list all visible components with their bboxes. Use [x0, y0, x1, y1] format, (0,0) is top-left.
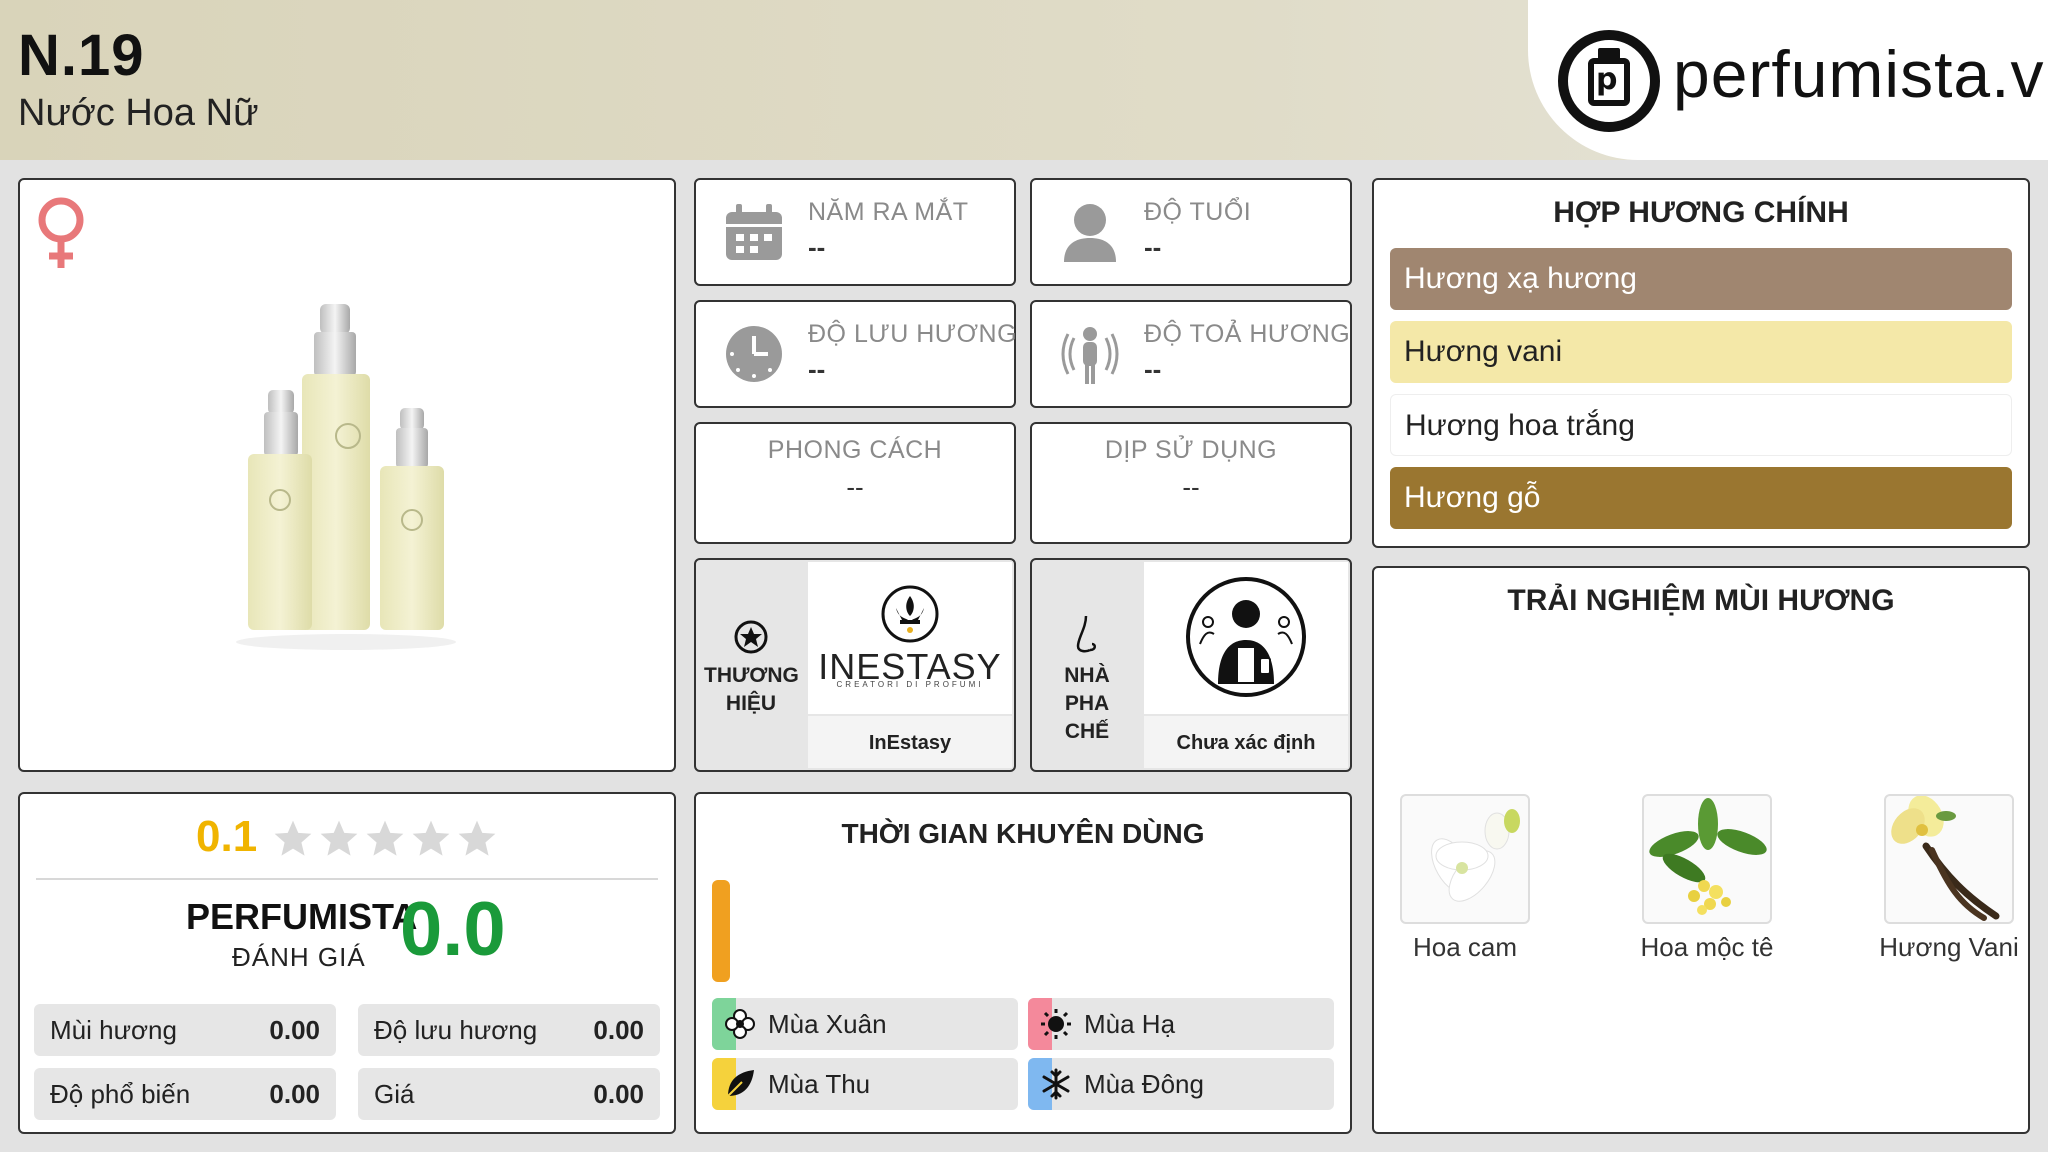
star-icon[interactable]: [318, 818, 360, 860]
accord-bar-3: Hương gỗ: [1390, 467, 2012, 529]
perfumer-label-line2: CHẾ: [1064, 720, 1110, 743]
day-night-bar: [712, 880, 730, 982]
brand-label-line2: HIỆU: [725, 692, 777, 715]
female-gender-icon: [38, 197, 84, 268]
season-label: Mùa Hạ: [1084, 1009, 1176, 1039]
perfume-category: Nước Hoa Nữ: [18, 92, 259, 134]
release-year-value: --: [808, 232, 826, 262]
person-icon: [1064, 204, 1116, 262]
star-badge-icon: [734, 620, 768, 654]
user-rating-score: 0.1: [196, 812, 258, 861]
rating-row-price: Giá 0.00: [358, 1068, 660, 1120]
brand-label: THƯƠNG HIỆU: [704, 662, 799, 718]
longevity-label: ĐỘ LƯU HƯƠNG: [808, 320, 1018, 348]
calendar-icon: [726, 204, 782, 260]
sillage-value: --: [1144, 354, 1162, 384]
style-value: --: [846, 472, 864, 502]
style-label: PHONG CÁCH: [767, 436, 943, 464]
perfumer-label: NHÀ PHA CHẾ: [1040, 662, 1134, 746]
season-label: Mùa Đông: [1084, 1069, 1204, 1099]
brand-name[interactable]: InEstasy: [808, 732, 1012, 755]
rating-row-label: Giá: [374, 1079, 415, 1109]
star-icon[interactable]: [410, 818, 452, 860]
note-image-orange-blossom[interactable]: [1400, 794, 1530, 924]
note-image-osmanthus[interactable]: [1642, 794, 1772, 924]
perfumer-avatar-icon: [1186, 577, 1306, 697]
accord-bar-1: Hương vani: [1390, 321, 2012, 383]
perfumer-name[interactable]: Chưa xác định: [1144, 732, 1348, 755]
recommended-time-title: THỜI GIAN KHUYÊN DÙNG: [841, 818, 1205, 849]
perfume-title: N.19: [18, 23, 145, 88]
note-label-osmanthus: Hoa mộc tê: [1640, 932, 1774, 962]
rating-row-popularity: Độ phổ biến 0.00: [34, 1068, 336, 1120]
clock-icon: [726, 326, 782, 382]
rating-row-longevity: Độ lưu hương 0.00: [358, 1004, 660, 1056]
perfumista-score: 0.0: [400, 887, 506, 972]
snowflake-icon: [1042, 1068, 1070, 1100]
rating-divider: [36, 878, 658, 880]
season-spring: Mùa Xuân: [712, 998, 1018, 1050]
season-autumn: Mùa Thu: [712, 1058, 1018, 1110]
perfumista-label: PERFUMISTA: [186, 896, 418, 937]
product-bottles-image: [236, 304, 456, 650]
main-accords-title: HỢP HƯƠNG CHÍNH: [1553, 196, 1849, 229]
season-label: Mùa Xuân: [768, 1009, 887, 1039]
occasion-label: DỊP SỬ DỤNG: [1104, 436, 1278, 464]
accord-bar-0: Hương xạ hương: [1390, 248, 2012, 310]
season-winter: Mùa Đông: [1028, 1058, 1334, 1110]
rating-row-value: 0.00: [593, 1015, 644, 1045]
occasion-value: --: [1182, 472, 1200, 502]
brand-label-line1: THƯƠNG: [704, 664, 799, 687]
age-label: ĐỘ TUỔI: [1144, 198, 1252, 226]
perfumer-label-line1: NHÀ PHA: [1064, 664, 1110, 715]
user-rating-stars[interactable]: [272, 818, 502, 862]
accord-bar-2: Hương hoa trắng: [1390, 394, 2012, 456]
release-year-label: NĂM RA MẮT: [808, 198, 969, 226]
nose-icon: [1076, 615, 1096, 653]
note-label-vanilla: Hương Vani: [1879, 932, 2019, 962]
star-icon[interactable]: [456, 818, 498, 860]
star-icon[interactable]: [364, 818, 406, 860]
rating-row-label: Độ lưu hương: [374, 1015, 538, 1045]
longevity-value: --: [808, 354, 826, 384]
sillage-label: ĐỘ TOẢ HƯƠNG: [1144, 320, 1351, 348]
logo-letter: p: [1596, 62, 1618, 97]
rating-row-scent: Mùi hương 0.00: [34, 1004, 336, 1056]
perfumista-sublabel: ĐÁNH GIÁ: [232, 942, 366, 972]
leaf-icon: [727, 1070, 754, 1097]
season-summer: Mùa Hạ: [1028, 998, 1334, 1050]
scent-experience-title: TRẢI NGHIỆM MÙI HƯƠNG: [1507, 584, 1895, 617]
flower-icon: [725, 1009, 755, 1039]
rating-row-label: Độ phổ biến: [50, 1079, 191, 1109]
rating-row-label: Mùi hương: [50, 1015, 177, 1045]
note-image-vanilla[interactable]: [1884, 794, 2014, 924]
site-logo-text[interactable]: perfumista.vn: [1673, 36, 2048, 112]
fleur-de-lis-icon: [881, 585, 939, 643]
note-label-orange-blossom: Hoa cam: [1412, 932, 1518, 962]
brand-logo-subtext: CREATORI DI PROFUMI: [836, 680, 984, 689]
rating-row-value: 0.00: [593, 1079, 644, 1109]
star-icon[interactable]: [272, 818, 314, 860]
season-label: Mùa Thu: [768, 1069, 871, 1099]
sun-icon: [1041, 1009, 1071, 1039]
rating-row-value: 0.00: [269, 1015, 320, 1045]
rating-row-value: 0.00: [269, 1079, 320, 1109]
sillage-person-icon: [1061, 327, 1119, 384]
age-value: --: [1144, 232, 1162, 262]
